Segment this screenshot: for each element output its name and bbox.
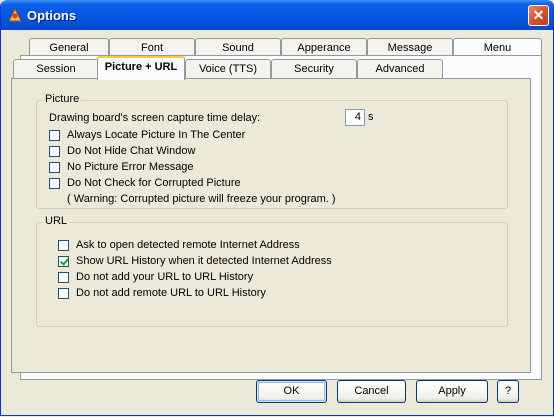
no-add-own-url-option[interactable]: Do not add your URL to URL History [58, 271, 253, 283]
corrupted-warning: ( Warning: Corrupted picture will freeze… [67, 193, 336, 205]
ask-open-option[interactable]: Ask to open detected remote Internet Add… [58, 239, 300, 251]
delay-input[interactable]: 4 [345, 109, 365, 126]
no-add-remote-url-option[interactable]: Do not add remote URL to URL History [58, 287, 266, 299]
tab-security[interactable]: Security [271, 59, 357, 79]
checkbox-label: No Picture Error Message [67, 161, 194, 173]
picture-error-checkbox[interactable] [49, 161, 60, 173]
checkbox-label: Always Locate Picture In The Center [67, 129, 246, 141]
apply-button[interactable]: Apply [416, 380, 488, 403]
tab-session[interactable]: Session [13, 59, 99, 79]
app-icon [8, 7, 22, 22]
checkbox-label: Do not add your URL to URL History [76, 271, 254, 283]
center-picture-option[interactable]: Always Locate Picture In The Center [49, 129, 245, 141]
checkbox-label: Do Not Check for Corrupted Picture [67, 177, 241, 189]
window-title: Options [27, 8, 77, 23]
corrupted-check-checkbox[interactable] [49, 177, 60, 189]
help-button[interactable]: ? [497, 380, 519, 403]
tab-advanced[interactable]: Advanced [357, 59, 443, 79]
picture-group: Picture Drawing board's screen capture t… [36, 93, 508, 209]
hide-chat-option[interactable]: Do Not Hide Chat Window [49, 145, 195, 157]
tab-panel-picture-url: Picture Drawing board's screen capture t… [11, 78, 531, 373]
center-picture-checkbox[interactable] [49, 129, 60, 141]
ask-open-checkbox[interactable] [58, 239, 69, 251]
show-history-option[interactable]: Show URL History when it detected Intern… [58, 255, 332, 267]
url-group: URL Ask to open detected remote Internet… [36, 215, 508, 327]
picture-legend: Picture [43, 93, 82, 105]
show-history-checkbox[interactable] [58, 255, 69, 267]
checkbox-label: Ask to open detected remote Internet Add… [76, 239, 300, 251]
corrupted-check-option[interactable]: Do Not Check for Corrupted Picture [49, 177, 241, 189]
delay-unit: s [368, 111, 374, 123]
tab-picture-url[interactable]: Picture + URL [97, 56, 185, 80]
ok-button[interactable]: OK [256, 380, 327, 403]
picture-error-option[interactable]: No Picture Error Message [49, 161, 194, 173]
no-add-remote-url-checkbox[interactable] [58, 287, 69, 299]
cancel-button[interactable]: Cancel [337, 380, 406, 403]
checkbox-label: Do not add remote URL to URL History [76, 287, 266, 299]
close-icon: ✕ [532, 7, 545, 23]
close-button[interactable]: ✕ [528, 5, 549, 26]
title-bar[interactable]: Options ✕ [1, 0, 553, 30]
no-add-own-url-checkbox[interactable] [58, 271, 69, 283]
tab-voice-tts[interactable]: Voice (TTS) [185, 59, 271, 79]
delay-label: Drawing board's screen capture time dela… [49, 112, 261, 124]
checkbox-label: Do Not Hide Chat Window [67, 145, 196, 157]
options-window: Options ✕ General Font Sound Apperance M… [0, 0, 554, 416]
url-legend: URL [43, 215, 70, 227]
hide-chat-checkbox[interactable] [49, 145, 60, 157]
checkbox-label: Show URL History when it detected Intern… [76, 255, 332, 267]
